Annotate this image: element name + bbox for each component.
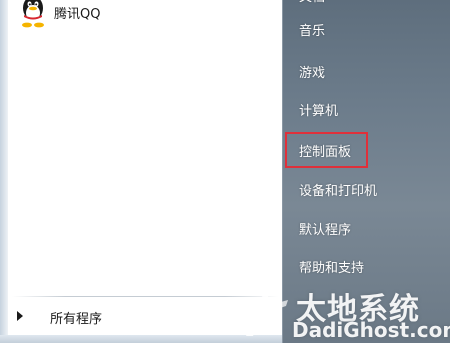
menu-item-help-support[interactable]: 帮助和支持	[293, 257, 443, 281]
all-programs-label: 所有程序	[50, 312, 103, 327]
start-menu: 腾讯QQ 所有程序 文档 音乐 游戏 计算机 控制面板 设备和打印机 默认程序 …	[0, 0, 450, 343]
pinned-program-label: 腾讯QQ	[54, 7, 101, 22]
control-panel-highlight	[285, 132, 368, 168]
panel-edge	[0, 0, 8, 343]
triangle-right-icon	[17, 311, 23, 321]
menu-item-computer[interactable]: 计算机	[293, 100, 443, 124]
watermark: 太地系统 DadiGhost.com	[236, 282, 450, 343]
menu-item-games[interactable]: 游戏	[293, 62, 443, 86]
qq-penguin-icon	[22, 0, 44, 28]
watermark-logo-icon	[246, 292, 288, 336]
menu-item-default-programs[interactable]: 默认程序	[293, 219, 443, 243]
pinned-program-qq[interactable]: 腾讯QQ	[14, 0, 276, 28]
menu-item-devices-printers[interactable]: 设备和打印机	[293, 180, 443, 204]
menu-item-documents[interactable]: 文档	[293, 0, 443, 10]
watermark-url: DadiGhost.com	[292, 318, 450, 342]
menu-item-music[interactable]: 音乐	[293, 20, 443, 44]
